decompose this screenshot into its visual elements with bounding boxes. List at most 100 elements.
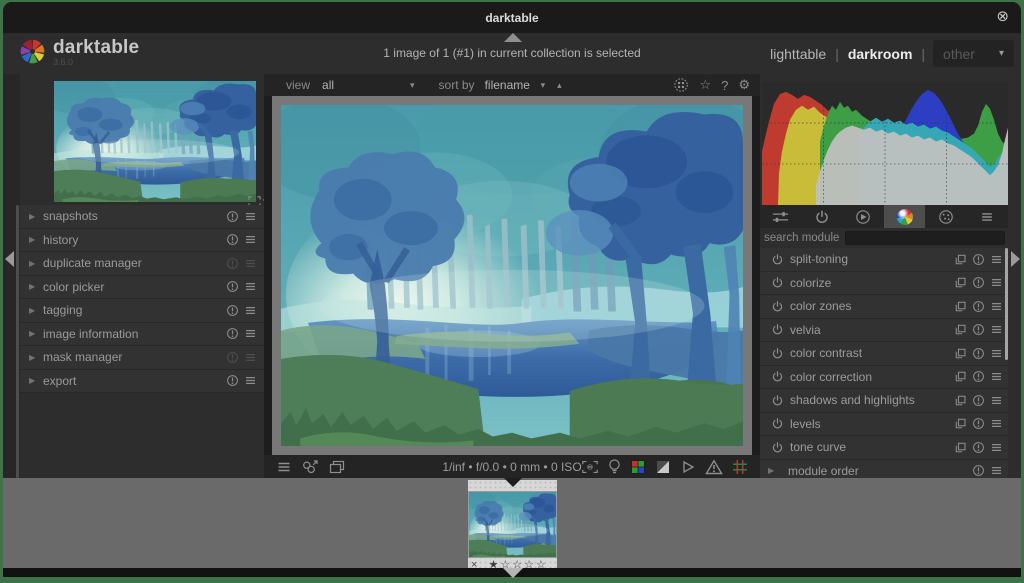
preferences-gear-icon[interactable]: ⚙ <box>738 77 750 93</box>
tab-presets-menu[interactable] <box>967 205 1008 228</box>
power-icon[interactable] <box>771 441 784 454</box>
reset-icon[interactable] <box>972 464 985 477</box>
module-levels[interactable]: levels <box>760 413 1008 437</box>
presets-menu-icon[interactable] <box>244 210 257 223</box>
presets-menu-icon[interactable] <box>244 374 257 387</box>
second-window-icon[interactable] <box>328 459 346 475</box>
tab-basic-group[interactable] <box>843 205 884 228</box>
power-icon[interactable] <box>771 370 784 383</box>
power-icon[interactable] <box>771 394 784 407</box>
presets-menu-icon[interactable] <box>990 276 1003 289</box>
reset-icon[interactable] <box>972 441 985 454</box>
navigation-thumbnail[interactable] <box>54 81 256 202</box>
multi-instance-icon[interactable] <box>954 441 967 454</box>
power-icon[interactable] <box>771 347 784 360</box>
power-icon[interactable] <box>771 323 784 336</box>
reset-icon[interactable] <box>972 347 985 360</box>
presets-menu-icon[interactable] <box>244 280 257 293</box>
reset-icon[interactable] <box>226 257 239 270</box>
reset-icon[interactable] <box>972 253 985 266</box>
power-icon[interactable] <box>771 300 784 313</box>
section-mask-manager[interactable]: ▶ mask manager <box>20 346 264 370</box>
presets-menu-icon[interactable] <box>990 300 1003 313</box>
left-panel-collapse-arrow-icon[interactable] <box>5 251 14 267</box>
reset-icon[interactable] <box>972 394 985 407</box>
presets-menu-icon[interactable] <box>990 417 1003 430</box>
bottom-panel-collapse-arrow-icon[interactable] <box>503 568 523 578</box>
reset-icon[interactable] <box>972 276 985 289</box>
reset-icon[interactable] <box>226 210 239 223</box>
section-export[interactable]: ▶ export <box>20 370 264 394</box>
section-duplicate-manager[interactable]: ▶ duplicate manager <box>20 252 264 276</box>
raw-overexposure-icon[interactable] <box>630 459 646 475</box>
presets-menu-icon[interactable] <box>990 370 1003 383</box>
main-image[interactable] <box>281 105 743 446</box>
view-lighttable[interactable]: lighttable <box>761 46 835 62</box>
power-icon[interactable] <box>771 417 784 430</box>
module-tone-curve[interactable]: tone curve <box>760 436 1008 460</box>
filmstrip-thumbnail[interactable]: × ★ ☆ ☆ ☆ ☆ <box>468 480 557 571</box>
view-filter-value[interactable]: all <box>322 78 410 92</box>
presets-menu-icon[interactable] <box>244 233 257 246</box>
section-color-picker[interactable]: ▶ color picker <box>20 276 264 300</box>
module-shadows-and-highlights[interactable]: shadows and highlights <box>760 389 1008 413</box>
tab-enabled-modules[interactable] <box>801 205 842 228</box>
multi-instance-icon[interactable] <box>954 370 967 383</box>
top-panel-collapse-handle[interactable] <box>504 33 522 42</box>
gamut-check-icon[interactable] <box>705 459 723 475</box>
presets-menu-icon[interactable] <box>990 441 1003 454</box>
module-split-toning[interactable]: split-toning <box>760 248 1008 272</box>
view-other-dropdown[interactable]: other ▾ <box>933 40 1014 67</box>
sort-ascending-icon[interactable]: ▴ <box>557 80 562 91</box>
reset-icon[interactable] <box>972 300 985 313</box>
section-snapshots[interactable]: ▶ snapshots <box>20 205 264 229</box>
tab-active-modules[interactable] <box>760 205 801 228</box>
right-panel-scrollbar[interactable] <box>1005 248 1008 360</box>
reset-icon[interactable] <box>226 233 239 246</box>
multi-instance-icon[interactable] <box>954 253 967 266</box>
multi-instance-icon[interactable] <box>954 300 967 313</box>
right-panel-collapse-arrow-icon[interactable] <box>1011 251 1020 267</box>
left-panel-scrollbar[interactable] <box>16 205 19 478</box>
guide-lines-icon[interactable] <box>732 459 748 475</box>
grouping-icon[interactable] <box>673 77 689 93</box>
color-assessment-bulb-icon[interactable] <box>608 458 621 475</box>
module-colorize[interactable]: colorize <box>760 272 1008 296</box>
overlays-star-icon[interactable]: ☆ <box>699 77 711 93</box>
module-color-contrast[interactable]: color contrast <box>760 342 1008 366</box>
power-icon[interactable] <box>771 253 784 266</box>
module-color-zones[interactable]: color zones <box>760 295 1008 319</box>
softproof-icon[interactable] <box>680 459 696 475</box>
presets-menu-icon[interactable] <box>990 394 1003 407</box>
presets-menu-icon[interactable] <box>244 304 257 317</box>
filmstrip-collapse-handle[interactable] <box>504 478 522 487</box>
presets-menu-icon[interactable] <box>244 257 257 270</box>
reset-icon[interactable] <box>972 323 985 336</box>
reset-icon[interactable] <box>226 327 239 340</box>
multi-instance-icon[interactable] <box>954 394 967 407</box>
sort-value[interactable]: filename <box>485 78 541 92</box>
reset-icon[interactable] <box>226 374 239 387</box>
tab-color-group[interactable] <box>884 205 925 228</box>
presets-menu-icon[interactable] <box>244 327 257 340</box>
styles-icon[interactable] <box>301 459 319 475</box>
chevron-down-icon[interactable]: ▾ <box>541 80 546 91</box>
reset-icon[interactable] <box>226 280 239 293</box>
multi-instance-icon[interactable] <box>954 276 967 289</box>
help-icon[interactable]: ? <box>721 78 728 93</box>
presets-menu-icon[interactable] <box>244 351 257 364</box>
filter-menu-icon[interactable] <box>276 459 292 475</box>
close-icon[interactable]: ⊗ <box>996 8 1009 26</box>
chevron-down-icon[interactable]: ▾ <box>410 80 415 91</box>
multi-instance-icon[interactable] <box>954 347 967 360</box>
power-icon[interactable] <box>771 276 784 289</box>
presets-menu-icon[interactable] <box>990 464 1003 477</box>
focus-peaking-icon[interactable] <box>581 459 599 475</box>
section-history[interactable]: ▶ history <box>20 229 264 253</box>
reset-icon[interactable] <box>226 351 239 364</box>
module-velvia[interactable]: velvia <box>760 319 1008 343</box>
histogram[interactable] <box>762 82 1008 205</box>
module-color-correction[interactable]: color correction <box>760 366 1008 390</box>
view-darkroom[interactable]: darkroom <box>839 46 922 62</box>
presets-menu-icon[interactable] <box>990 323 1003 336</box>
